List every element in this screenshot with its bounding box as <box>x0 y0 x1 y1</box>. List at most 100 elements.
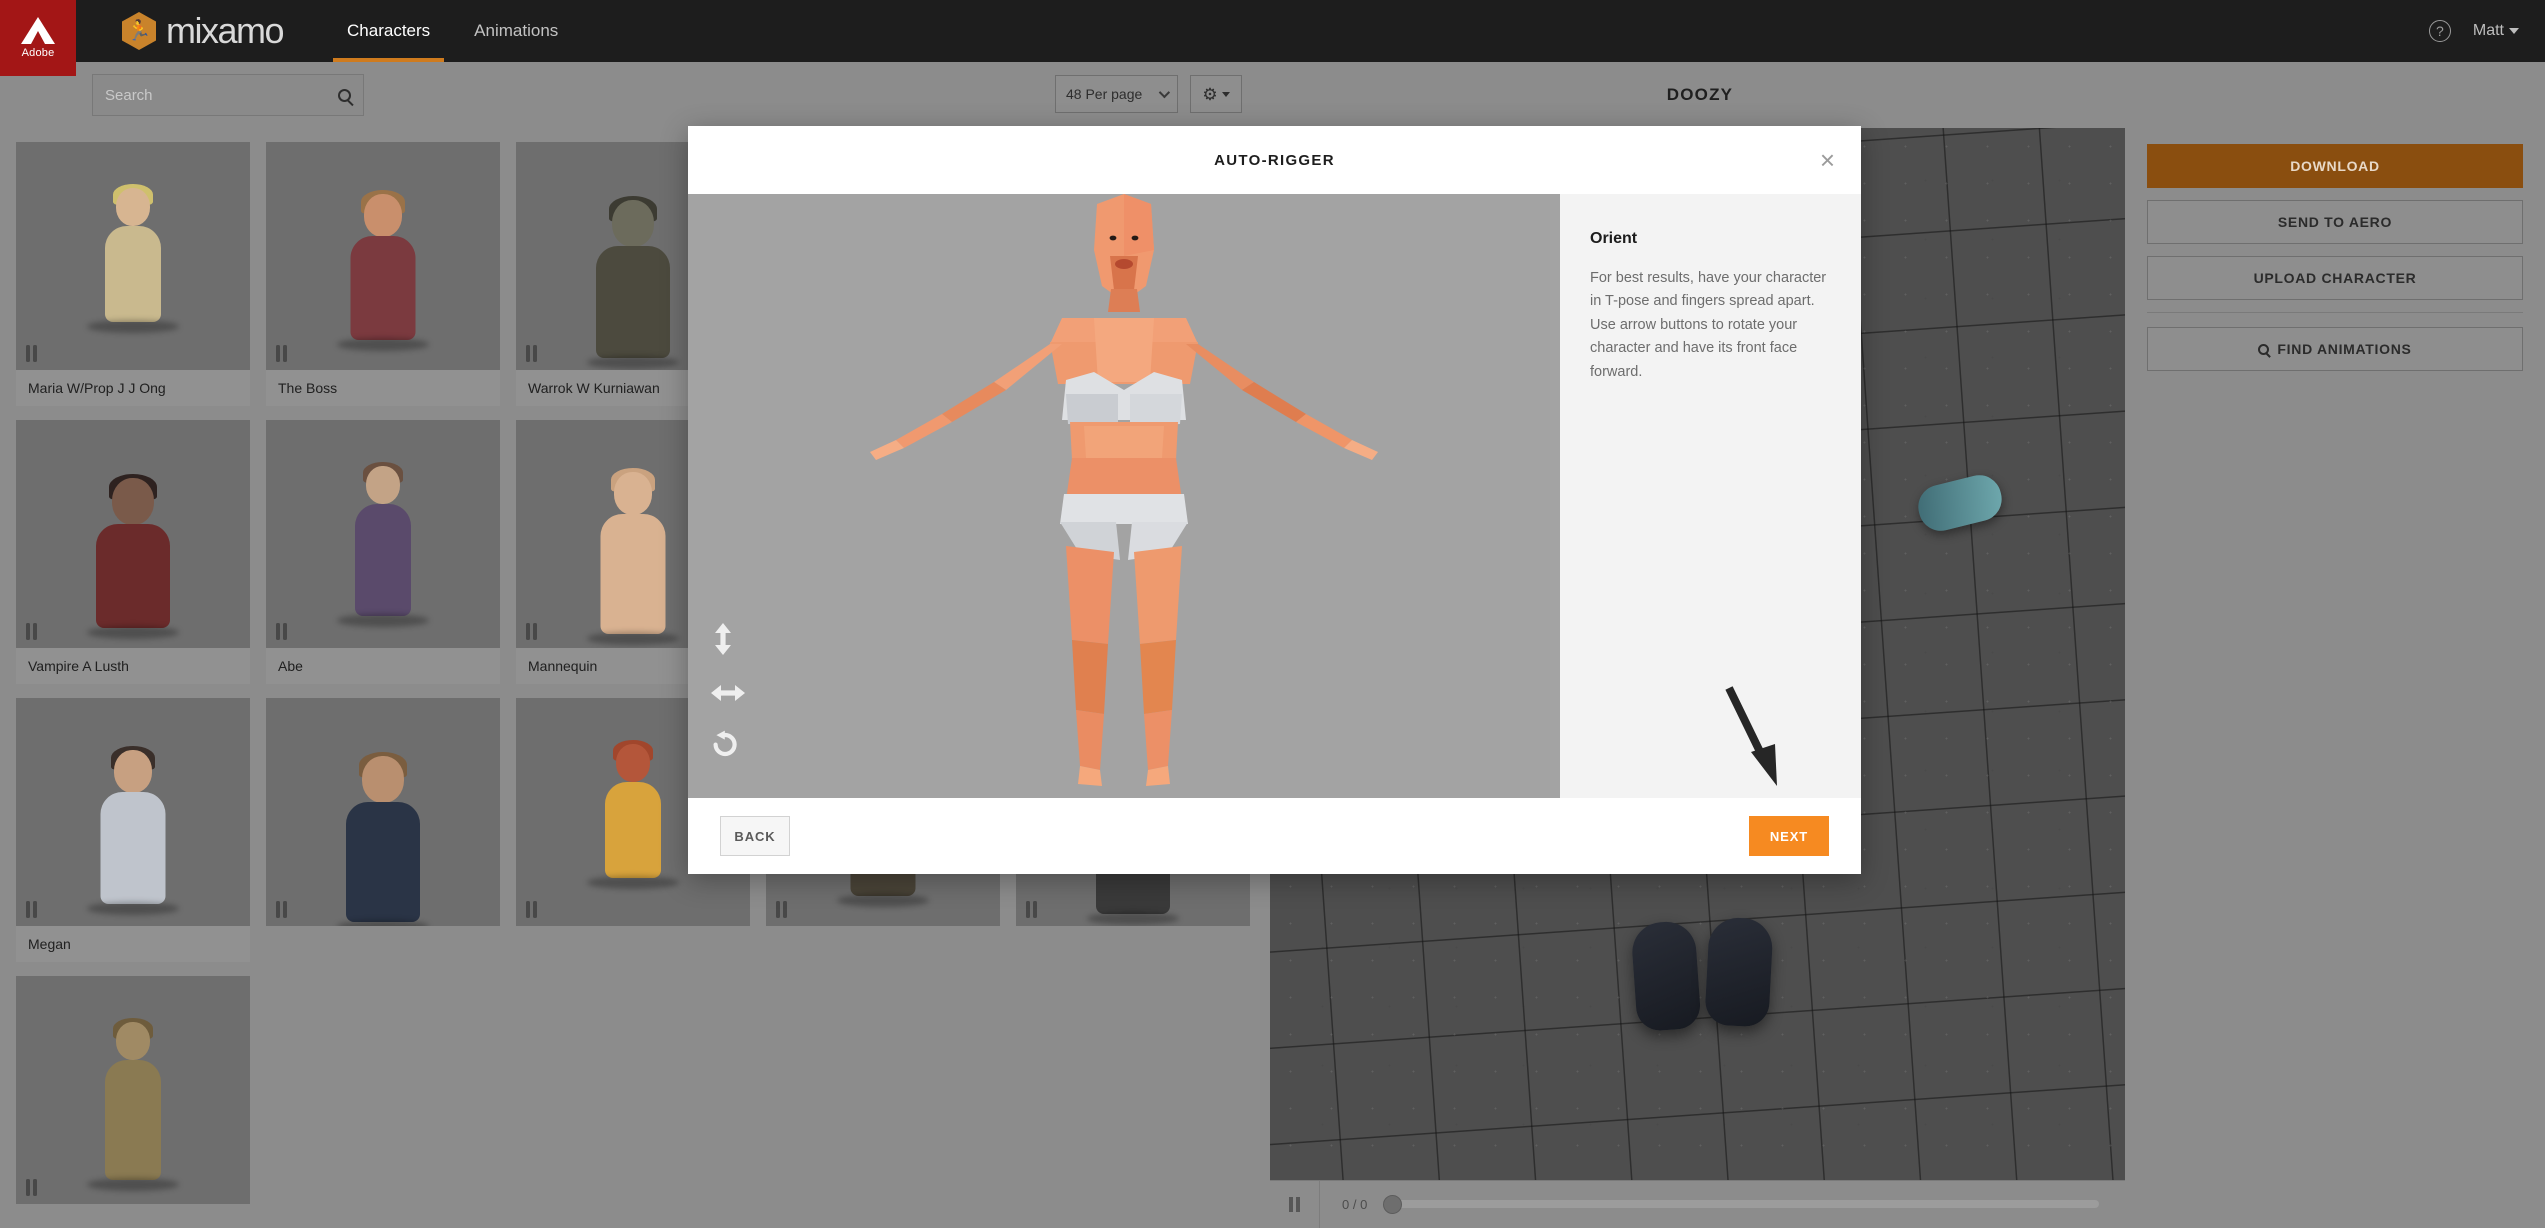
orientation-tool-group <box>710 622 746 758</box>
character-card[interactable] <box>16 976 250 1204</box>
mixamo-wordmark: mixamo <box>166 10 285 51</box>
user-menu-label: Matt <box>2472 22 2504 39</box>
character-preview-stage[interactable] <box>688 194 1560 798</box>
character-type-icon <box>24 1178 40 1197</box>
back-button-label: BACK <box>734 828 776 844</box>
modal-footer: BACK NEXT <box>688 798 1861 874</box>
character-ground-shadow <box>87 902 179 915</box>
help-icon[interactable]: ? <box>2428 20 2451 42</box>
low-poly-character-model <box>870 194 1378 786</box>
character-type-icon <box>524 622 540 641</box>
character-ground-shadow <box>587 876 679 889</box>
tab-animations-label: Animations <box>474 21 559 40</box>
character-thumbnail <box>266 420 500 648</box>
character-type-icon <box>274 344 290 363</box>
character-body <box>105 1060 161 1180</box>
character-type-icon <box>774 900 790 919</box>
character-ground-shadow <box>1087 912 1179 925</box>
adobe-logo[interactable]: Adobe <box>0 0 76 76</box>
modal-title: AUTO-RIGGER <box>1214 151 1335 169</box>
send-to-aero-button[interactable]: SEND TO AERO <box>2147 200 2523 244</box>
top-navigation-bar: Adobe 🏃 mixamo Characters Animations ? M… <box>0 0 2545 76</box>
character-type-icon <box>1024 900 1040 919</box>
character-ground-shadow <box>337 614 429 627</box>
character-ground-shadow <box>837 894 929 907</box>
user-menu[interactable]: Matt <box>2473 22 2519 40</box>
search-input[interactable] <box>105 86 338 104</box>
character-thumbnail <box>16 420 250 648</box>
settings-button[interactable]: ⚙ <box>1190 75 1242 113</box>
back-button[interactable]: BACK <box>720 816 790 856</box>
send-to-aero-button-label: SEND TO AERO <box>2277 214 2393 230</box>
search-icon[interactable] <box>338 88 351 102</box>
main-nav-tabs: Characters Animations <box>325 0 580 62</box>
character-head <box>116 1022 150 1061</box>
gear-icon: ⚙ <box>1202 84 1218 104</box>
next-button[interactable]: NEXT <box>1749 816 1829 856</box>
character-head <box>364 194 402 237</box>
find-animations-button[interactable]: FIND ANIMATIONS <box>2147 327 2523 371</box>
character-right-shoe <box>1704 916 1774 1028</box>
adobe-a-icon <box>21 17 55 44</box>
timeline-slider[interactable] <box>1383 1195 2099 1214</box>
character-head <box>612 200 654 248</box>
right-action-sidebar: DOWNLOAD SEND TO AERO UPLOAD CHARACTER F… <box>2125 128 2545 1227</box>
search-icon <box>2258 343 2270 355</box>
character-card[interactable]: Maria W/Prop J J Ong <box>16 142 250 406</box>
character-head <box>614 472 652 515</box>
search-field-wrapper[interactable] <box>92 74 364 116</box>
info-pane-description: For best results, have your character in… <box>1590 270 1827 380</box>
find-animations-button-label: FIND ANIMATIONS <box>2277 341 2412 357</box>
timeline-knob[interactable] <box>1383 1195 1403 1214</box>
character-body <box>355 504 411 616</box>
character-ground-shadow <box>337 338 429 351</box>
character-body <box>596 246 670 358</box>
character-head <box>616 744 650 783</box>
character-card[interactable]: Vampire A Lusth <box>16 420 250 684</box>
character-thumbnail <box>16 142 250 370</box>
character-ground-shadow <box>87 320 179 333</box>
pause-button[interactable] <box>1270 1180 1320 1228</box>
chevron-down-icon <box>1221 91 1230 97</box>
tab-characters[interactable]: Characters <box>325 0 452 62</box>
character-card[interactable]: Megan <box>16 698 250 962</box>
character-head <box>366 466 400 505</box>
character-card[interactable]: Abe <box>266 420 500 684</box>
character-head <box>112 478 154 526</box>
rotate-left-icon[interactable] <box>710 730 740 758</box>
character-body <box>346 802 420 922</box>
character-body <box>100 792 166 904</box>
character-body <box>105 226 161 322</box>
character-type-icon <box>274 622 290 641</box>
chevron-down-icon <box>1158 86 1171 99</box>
character-body <box>350 236 416 340</box>
next-button-label: NEXT <box>1769 828 1809 844</box>
mixamo-brand[interactable]: 🏃 mixamo <box>122 0 285 62</box>
character-thumbnail <box>16 698 250 926</box>
close-icon[interactable]: × <box>1820 147 1835 173</box>
per-page-select[interactable]: 48 Per page <box>1055 75 1178 113</box>
animation-player-bar: 0 / 0 <box>1270 1180 2125 1228</box>
download-button[interactable]: DOWNLOAD <box>2147 144 2523 188</box>
character-ground-shadow <box>87 626 179 639</box>
character-card-label: The Boss <box>266 370 500 406</box>
pause-icon-bar-left <box>1289 1196 1293 1212</box>
hint-arrow-icon <box>1725 686 1777 786</box>
upload-character-button[interactable]: UPLOAD CHARACTER <box>2147 256 2523 300</box>
character-body <box>605 782 661 878</box>
character-ground-shadow <box>587 356 679 369</box>
character-card[interactable] <box>266 698 500 962</box>
tab-animations[interactable]: Animations <box>452 0 580 62</box>
character-head <box>114 750 152 793</box>
flip-horizontal-icon[interactable] <box>710 682 746 704</box>
flip-vertical-icon[interactable] <box>710 622 736 656</box>
character-type-icon <box>524 344 540 363</box>
modal-info-pane: Orient For best results, have your chara… <box>1560 194 1861 798</box>
character-card-label: Abe <box>266 648 500 684</box>
character-ground-shadow <box>587 632 679 645</box>
modal-body: Orient For best results, have your chara… <box>688 194 1861 798</box>
character-type-icon <box>274 900 290 919</box>
character-type-icon <box>24 344 40 363</box>
character-ground-shadow <box>337 920 429 926</box>
character-card[interactable]: The Boss <box>266 142 500 406</box>
